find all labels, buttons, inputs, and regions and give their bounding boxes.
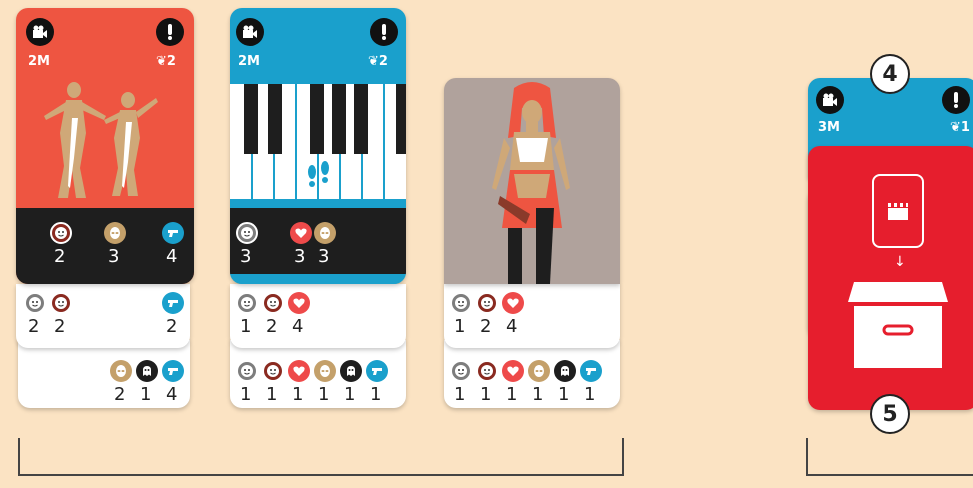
value-label: 1: [480, 384, 492, 405]
gold-alien-icon: [110, 360, 132, 382]
value-label: 1: [558, 384, 570, 405]
gold-alien-icon: [104, 222, 126, 244]
black-ghost-icon: [340, 360, 362, 382]
card4-action[interactable]: ↓: [808, 146, 973, 410]
red-heart-icon: [290, 222, 312, 244]
woman-illustration: [492, 82, 570, 284]
value-label: 2: [114, 384, 126, 405]
arrow-down-icon: ↓: [894, 254, 906, 270]
value-label: 3: [318, 246, 330, 267]
gray-face-icon: [450, 360, 472, 382]
blue-gun-icon: [162, 292, 184, 314]
brown-face-icon: [50, 222, 72, 244]
value-label: 2: [166, 316, 178, 337]
red-heart-icon: [288, 360, 310, 382]
exclamation-icon: [942, 86, 970, 114]
box-icon: [848, 282, 948, 368]
piano-keys-illustration: [230, 84, 406, 214]
card3-movie[interactable]: [444, 78, 620, 284]
value-label: 2: [54, 316, 66, 337]
card2-strip-middle: [230, 284, 406, 348]
value-label: 2: [28, 316, 40, 337]
card4-badge-bottom: 5: [870, 394, 910, 434]
camera-icon: [26, 18, 54, 46]
brown-face-icon: [262, 292, 284, 314]
brown-face-icon: [262, 360, 284, 382]
row-bracket-left: [18, 438, 624, 476]
brown-face-icon: [50, 292, 72, 314]
laurel-icon: ❦: [368, 54, 379, 69]
award-label: ❦2: [368, 54, 388, 69]
brown-face-icon: [476, 360, 498, 382]
exclamation-icon: [370, 18, 398, 46]
value-label: 1: [140, 384, 152, 405]
card2-movie[interactable]: 2M ❦2: [230, 8, 406, 284]
blue-gun-icon: [162, 360, 184, 382]
dancers-illustration: [44, 82, 158, 198]
award-label: ❦1: [950, 120, 970, 135]
value-label: 1: [318, 384, 330, 405]
black-ghost-icon: [554, 360, 576, 382]
blue-gun-icon: [366, 360, 388, 382]
cost-label: 2M: [238, 54, 260, 69]
value-label: 4: [166, 246, 178, 267]
gold-alien-icon: [314, 360, 336, 382]
value-label: 2: [54, 246, 66, 267]
red-heart-icon: [288, 292, 310, 314]
value-label: 1: [506, 384, 518, 405]
value-label: 1: [454, 384, 466, 405]
laurel-icon: ❦: [156, 54, 167, 69]
gray-face-icon: [450, 292, 472, 314]
value-label: 3: [108, 246, 120, 267]
row-bracket-right: [806, 438, 973, 476]
value-label: 1: [266, 384, 278, 405]
value-label: 2: [480, 316, 492, 337]
cost-label: 2M: [28, 54, 50, 69]
gold-alien-icon: [528, 360, 550, 382]
gray-face-icon: [236, 292, 258, 314]
value-label: 1: [344, 384, 356, 405]
card3-strip-middle: [444, 284, 620, 348]
value-label: 3: [294, 246, 306, 267]
camera-icon: [816, 86, 844, 114]
value-label: 1: [370, 384, 382, 405]
brown-face-icon: [476, 292, 498, 314]
red-heart-icon: [502, 292, 524, 314]
laurel-icon: ❦: [950, 120, 961, 135]
card2-band-footer: [230, 274, 406, 284]
value-label: 4: [166, 384, 178, 405]
value-label: 1: [292, 384, 304, 405]
gold-alien-icon: [314, 222, 336, 244]
value-label: 1: [240, 384, 252, 405]
gray-face-icon: [24, 292, 46, 314]
value-label: 4: [292, 316, 304, 337]
clapperboard-icon: [888, 203, 908, 220]
award-label: ❦2: [156, 54, 176, 69]
value-label: 1: [532, 384, 544, 405]
value-label: 4: [506, 316, 518, 337]
blue-gun-icon: [580, 360, 602, 382]
gray-face-icon: [236, 222, 258, 244]
value-label: 2: [266, 316, 278, 337]
value-label: 3: [240, 246, 252, 267]
exclamation-icon: [156, 18, 184, 46]
gray-face-icon: [236, 360, 258, 382]
cost-label: 3M: [818, 120, 840, 135]
value-label: 1: [454, 316, 466, 337]
black-ghost-icon: [136, 360, 158, 382]
red-heart-icon: [502, 360, 524, 382]
card4-badge-top: 4: [870, 54, 910, 94]
camera-icon: [236, 18, 264, 46]
phone-icon: [872, 174, 924, 248]
value-label: 1: [584, 384, 596, 405]
blue-gun-icon: [162, 222, 184, 244]
value-label: 1: [240, 316, 252, 337]
